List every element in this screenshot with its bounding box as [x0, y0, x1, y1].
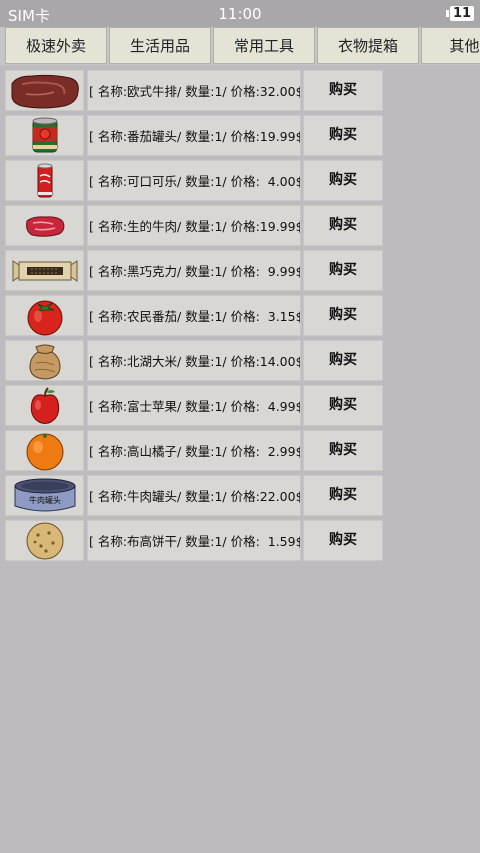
apple-icon	[30, 386, 59, 424]
category-tabs: 极速外卖 生活用品 常用工具 衣物提箱 其他物	[0, 27, 480, 65]
tab-clothes-case[interactable]: 衣物提箱	[317, 27, 419, 64]
product-list: [ 名称:欧式牛排/ 数量:1/ 价格:32.00$ ] 购买 [ 名称:番茄罐…	[0, 70, 480, 565]
item-info: [ 名称:番茄罐头/ 数量:1/ 价格:19.99$ ]	[87, 115, 301, 156]
list-item: [ 名称:可口可乐/ 数量:1/ 价格: 4.00$ ] 购买	[0, 160, 480, 205]
tomato-can-icon	[32, 117, 57, 152]
buy-button[interactable]: 购买	[303, 70, 383, 111]
tab-daily-goods[interactable]: 生活用品	[109, 27, 211, 64]
buy-button[interactable]: 购买	[303, 430, 383, 471]
battery-icon: 11	[446, 6, 474, 21]
item-info: [ 名称:农民番茄/ 数量:1/ 价格: 3.15$ ]	[87, 295, 301, 336]
list-item: [ 名称:北湖大米/ 数量:1/ 价格:14.00$ ] 购买	[0, 340, 480, 385]
item-info: [ 名称:布高饼干/ 数量:1/ 价格: 1.59$ ]	[87, 520, 301, 561]
buy-button[interactable]: 购买	[303, 115, 383, 156]
item-image	[5, 70, 84, 111]
buy-button[interactable]: 购买	[303, 340, 383, 381]
item-info: [ 名称:牛肉罐头/ 数量:1/ 价格:22.00$ ]	[87, 475, 301, 516]
item-info: [ 名称:生的牛肉/ 数量:1/ 价格:19.99$ ]	[87, 205, 301, 246]
item-info: [ 名称:富士苹果/ 数量:1/ 价格: 4.99$ ]	[87, 385, 301, 426]
item-info: [ 名称:北湖大米/ 数量:1/ 价格:14.00$ ]	[87, 340, 301, 381]
chocolate-bar-icon	[12, 259, 77, 282]
item-image: 牛肉罐头	[5, 475, 84, 516]
list-item: 牛肉罐头 [ 名称:牛肉罐头/ 数量:1/ 价格:22.00$ ] 购买	[0, 475, 480, 520]
cola-can-icon	[37, 163, 52, 197]
status-bar: SIM卡 11:00 11	[0, 0, 480, 27]
list-item: [ 名称:布高饼干/ 数量:1/ 价格: 1.59$ ] 购买	[0, 520, 480, 565]
buy-button[interactable]: 购买	[303, 520, 383, 561]
item-info: [ 名称:高山橘子/ 数量:1/ 价格: 2.99$ ]	[87, 430, 301, 471]
buy-button[interactable]: 购买	[303, 205, 383, 246]
rice-sack-icon	[28, 344, 61, 380]
list-item: [ 名称:欧式牛排/ 数量:1/ 价格:32.00$ ] 购买	[0, 70, 480, 115]
tab-others[interactable]: 其他物	[421, 27, 480, 64]
item-image	[5, 250, 84, 291]
item-info: [ 名称:可口可乐/ 数量:1/ 价格: 4.00$ ]	[87, 160, 301, 201]
list-item: [ 名称:高山橘子/ 数量:1/ 价格: 2.99$ ] 购买	[0, 430, 480, 475]
tab-common-tools[interactable]: 常用工具	[213, 27, 315, 64]
item-image	[5, 385, 84, 426]
buy-button[interactable]: 购买	[303, 385, 383, 426]
buy-button[interactable]: 购买	[303, 295, 383, 336]
list-item: [ 名称:生的牛肉/ 数量:1/ 价格:19.99$ ] 购买	[0, 205, 480, 250]
list-item: [ 名称:番茄罐头/ 数量:1/ 价格:19.99$ ] 购买	[0, 115, 480, 160]
item-image	[5, 160, 84, 201]
item-image	[5, 430, 84, 471]
beef-can-icon: 牛肉罐头	[14, 478, 75, 511]
item-image	[5, 340, 84, 381]
buy-button[interactable]: 购买	[303, 250, 383, 291]
buy-button[interactable]: 购买	[303, 160, 383, 201]
list-item: [ 名称:农民番茄/ 数量:1/ 价格: 3.15$ ] 购买	[0, 295, 480, 340]
clock: 11:00	[218, 5, 262, 23]
buy-button[interactable]: 购买	[303, 475, 383, 516]
raw-beef-icon	[25, 215, 64, 237]
orange-icon	[26, 433, 63, 470]
tab-fast-delivery[interactable]: 极速外卖	[5, 27, 107, 64]
list-item: [ 名称:富士苹果/ 数量:1/ 价格: 4.99$ ] 购买	[0, 385, 480, 430]
item-image	[5, 205, 84, 246]
item-image	[5, 520, 84, 561]
tomato-icon	[27, 300, 62, 335]
steak-icon	[10, 74, 79, 108]
item-info: [ 名称:欧式牛排/ 数量:1/ 价格:32.00$ ]	[87, 70, 301, 111]
item-image	[5, 115, 84, 156]
item-info: [ 名称:黑巧克力/ 数量:1/ 价格: 9.99$ ]	[87, 250, 301, 291]
cracker-icon	[26, 522, 63, 559]
list-item: [ 名称:黑巧克力/ 数量:1/ 价格: 9.99$ ] 购买	[0, 250, 480, 295]
can-label: 牛肉罐头	[29, 495, 61, 505]
item-image	[5, 295, 84, 336]
